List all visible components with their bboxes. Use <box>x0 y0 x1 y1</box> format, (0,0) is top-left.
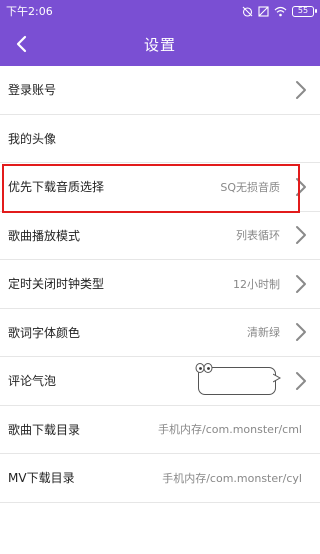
setting-download-quality[interactable]: 优先下载音质选择 SQ无损音质 <box>0 163 320 212</box>
bubble-eyes-icon <box>195 362 213 373</box>
status-icons: 55 <box>242 5 317 17</box>
setting-label: 我的头像 <box>8 131 57 146</box>
status-bar: 下午2:06 55 <box>0 0 320 22</box>
setting-song-download-dir[interactable]: 歌曲下载目录 手机内存/com.monster/cml <box>0 406 320 454</box>
setting-mv-download-dir[interactable]: MV下载目录 手机内存/com.monster/cyl <box>0 454 320 503</box>
bubble-preview <box>195 362 281 395</box>
setting-label: 歌词字体颜色 <box>8 325 81 340</box>
setting-label: 优先下载音质选择 <box>8 180 105 195</box>
bubble-tail-icon <box>273 373 281 383</box>
setting-label: 定时关闭时钟类型 <box>8 277 105 292</box>
chevron-right-icon <box>296 371 306 390</box>
chevron-left-icon <box>16 35 27 53</box>
chevron-right-icon <box>296 177 306 196</box>
setting-login-account[interactable]: 登录账号 <box>0 66 320 115</box>
chevron-right-icon <box>296 80 306 99</box>
title-bar: 设置 <box>0 22 320 66</box>
back-button[interactable] <box>8 30 36 58</box>
page-title: 设置 <box>143 35 176 54</box>
setting-value: 列表循环 <box>236 229 280 243</box>
status-time: 下午2:06 <box>6 5 53 18</box>
chevron-right-icon <box>296 323 306 342</box>
setting-play-mode[interactable]: 歌曲播放模式 列表循环 <box>0 212 320 260</box>
wifi-icon <box>274 6 287 16</box>
setting-comment-bubble[interactable]: 评论气泡 <box>0 357 320 406</box>
setting-value: SQ无损音质 <box>220 180 280 194</box>
chevron-right-icon <box>296 226 306 245</box>
signal-off-icon <box>258 5 269 17</box>
chevron-right-icon <box>296 274 306 293</box>
setting-value: 手机内存/com.monster/cyl <box>162 471 302 485</box>
setting-label: 评论气泡 <box>8 374 57 389</box>
settings-list: 登录账号 我的头像 优先下载音质选择 SQ无损音质 歌曲播放模式 列表循环 定时… <box>0 66 320 503</box>
setting-label: 登录账号 <box>8 83 57 98</box>
setting-label: 歌曲下载目录 <box>8 422 81 437</box>
setting-lyric-font-color[interactable]: 歌词字体颜色 清新绿 <box>0 309 320 357</box>
setting-my-avatar[interactable]: 我的头像 <box>0 115 320 163</box>
setting-value: 12小时制 <box>233 277 280 291</box>
alarm-off-icon <box>242 6 253 17</box>
setting-label: MV下载目录 <box>8 471 75 486</box>
setting-value: 清新绿 <box>247 326 280 340</box>
setting-value: 手机内存/com.monster/cml <box>158 423 302 437</box>
setting-label: 歌曲播放模式 <box>8 228 81 243</box>
setting-timer-clock-type[interactable]: 定时关闭时钟类型 12小时制 <box>0 260 320 309</box>
battery-indicator: 55 <box>292 5 317 17</box>
